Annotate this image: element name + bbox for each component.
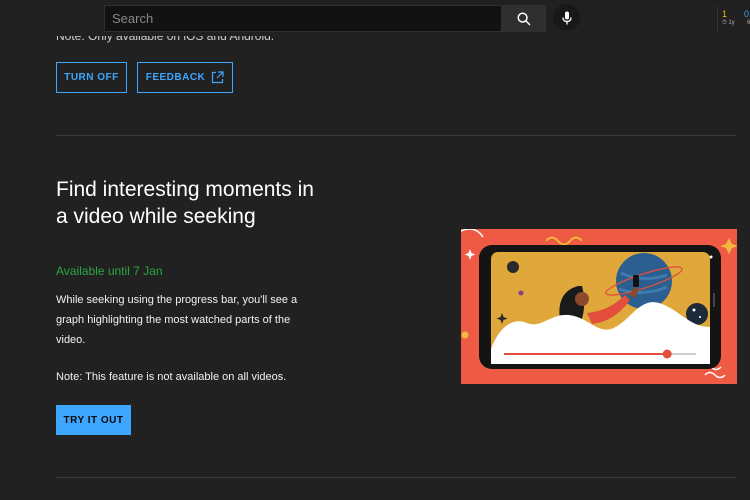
section-divider [56,135,736,136]
feedback-label: FEEDBACK [145,72,206,83]
turn-off-label: TURN OFF [64,72,119,83]
search-button[interactable] [502,5,546,32]
phone-video-seeking-illustration [461,229,737,384]
voice-search-button[interactable] [553,4,580,31]
counter-value-1: 1 [722,9,728,19]
top-bar: 1 0 ⏱ 1y 60 [0,0,750,36]
search-input[interactable] [105,6,501,31]
try-it-out-button[interactable]: TRY IT OUT [56,405,131,435]
search-icon [517,11,531,26]
external-link-icon [212,71,224,84]
feature-title: Find interesting moments in a video whil… [56,178,314,228]
feature-description: While seeking using the progress bar, yo… [56,294,298,346]
availability-text: Available until 7 Jan [56,264,163,278]
counter-sub-1: ⏱ 1y [722,20,735,26]
extension-counter[interactable]: 1 0 ⏱ 1y 60 [717,6,750,32]
microphone-icon [561,11,572,24]
section-divider-bottom [56,477,736,478]
search-box[interactable] [104,5,502,32]
feature-note: Note: This feature is not available on a… [56,371,287,383]
counter-value-2: 0 [744,9,750,19]
illustration-progress-knob [662,349,672,359]
try-it-out-label: TRY IT OUT [63,414,124,426]
illustration-progress-fill [504,353,668,355]
turn-off-button[interactable]: TURN OFF [56,62,127,93]
feedback-button[interactable]: FEEDBACK [137,62,233,93]
